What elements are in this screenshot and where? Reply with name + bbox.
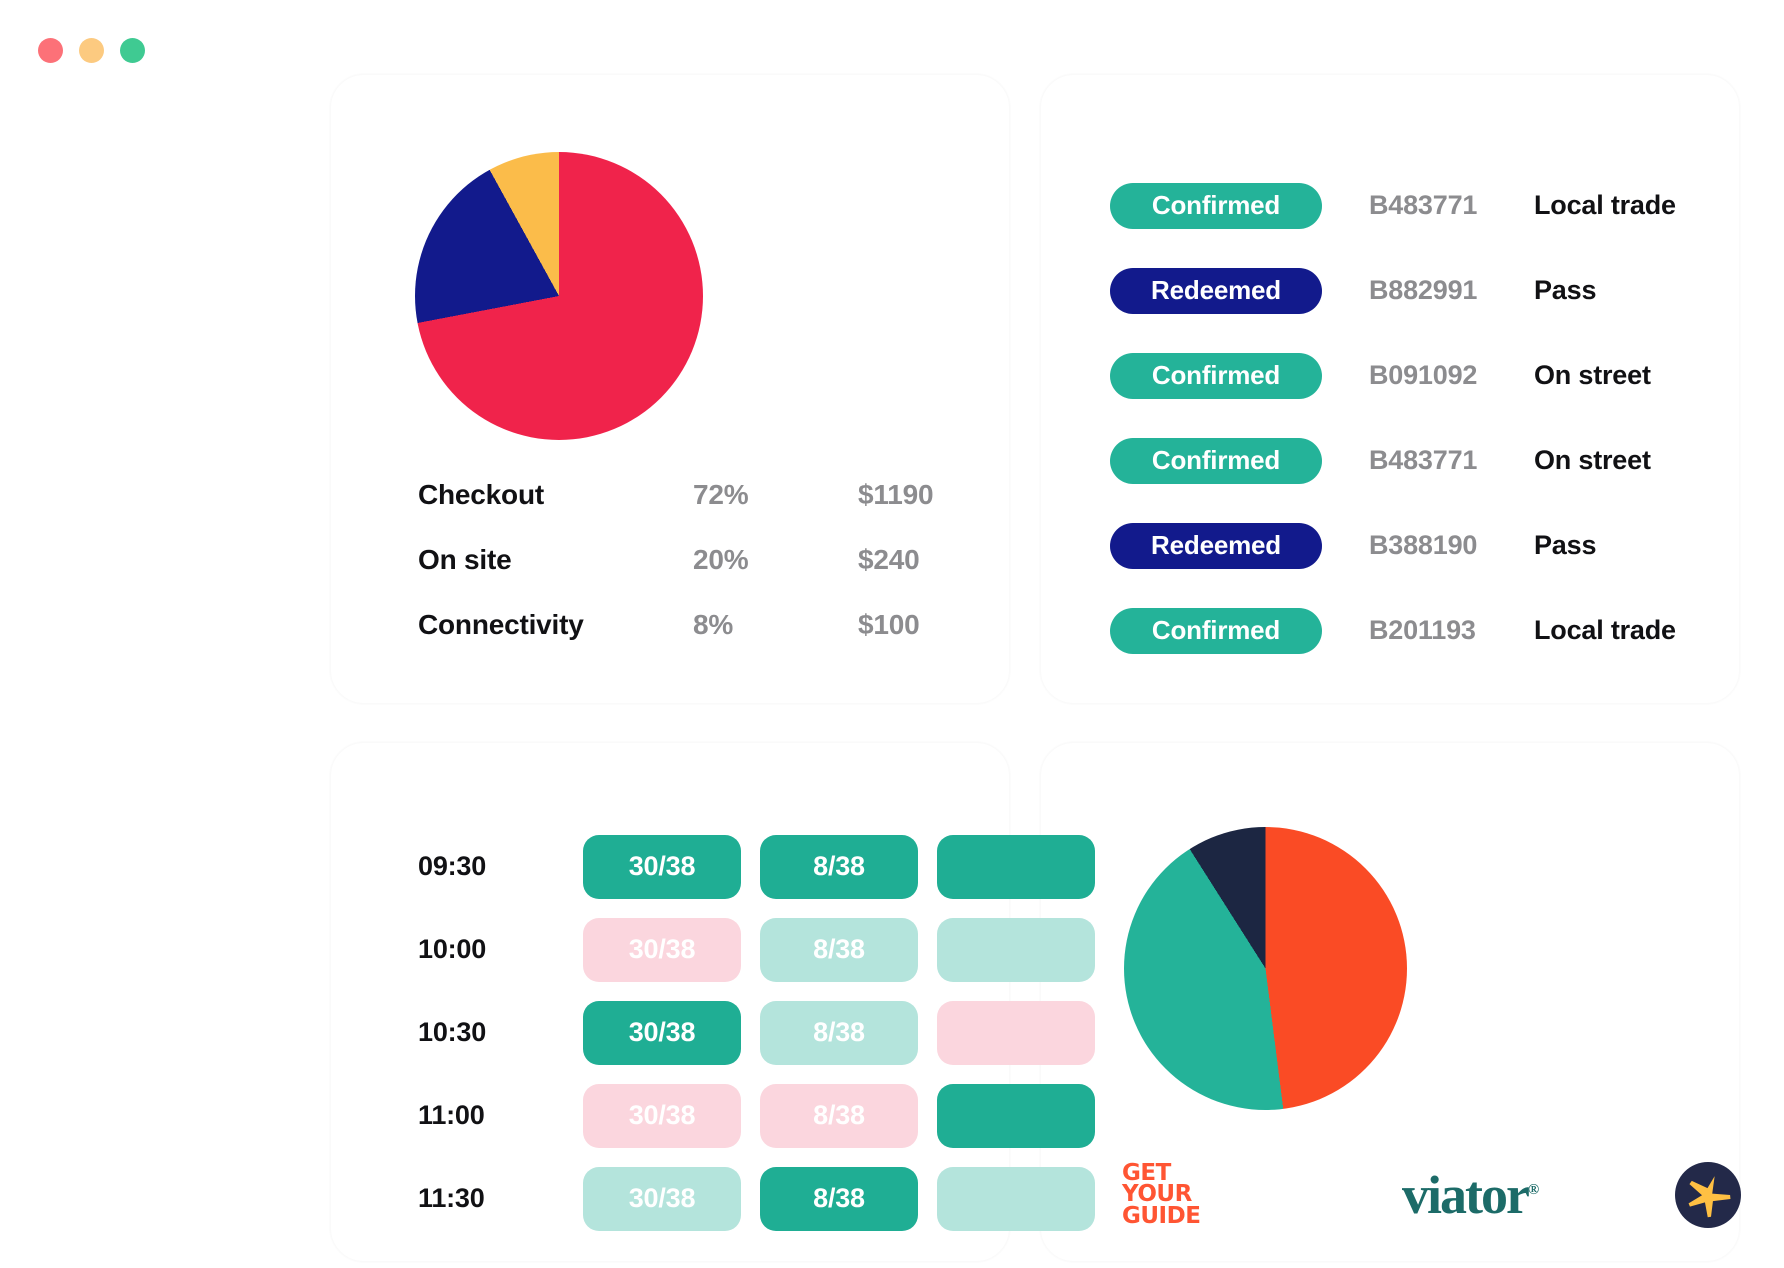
capacity-row: 11:00 30/38 8/38 [418,1074,1114,1157]
viator-logo[interactable]: viator® [1402,1164,1539,1226]
status-badge: Confirmed [1110,437,1322,484]
capacity-slot[interactable]: 8/38 [760,917,918,982]
legend-percent: 8% [693,609,734,640]
booking-row[interactable]: Confirmed B483771 On street [1110,418,1710,503]
slot-time-label: 10:00 [418,934,487,964]
close-window-button[interactable] [38,38,63,63]
booking-row[interactable]: Redeemed B388190 Pass [1110,503,1710,588]
slot-time-label: 09:30 [418,851,487,881]
capacity-slot[interactable] [937,1083,1095,1148]
capacity-row: 10:00 30/38 8/38 [418,908,1114,991]
maximize-window-button[interactable] [120,38,145,63]
slot-time-label: 11:00 [418,1100,485,1130]
viator-registered-mark: ® [1527,1182,1539,1198]
capacity-slot[interactable]: 8/38 [760,834,918,899]
booking-reference: B483771 [1369,445,1478,475]
booking-reference: B388190 [1369,530,1478,560]
capacity-row: 10:30 30/38 8/38 [418,991,1114,1074]
booking-channel: On street [1534,360,1651,390]
capacity-slot[interactable] [937,917,1095,982]
capacity-slot[interactable] [937,834,1095,899]
booking-channel: Local trade [1534,190,1676,220]
slot-time-label: 10:30 [418,1017,487,1047]
booking-reference: B091092 [1369,360,1478,390]
expedia-logo[interactable] [1675,1162,1742,1228]
status-badge: Confirmed [1110,607,1322,654]
legend-label: Connectivity [418,609,584,640]
status-badge: Redeemed [1110,267,1322,314]
booking-channel: Local trade [1534,615,1676,645]
capacity-slot[interactable]: 30/38 [583,917,741,982]
legend-percent: 20% [693,544,749,575]
slot-time-label: 11:30 [418,1183,485,1213]
viator-logo-text: viator [1402,1165,1530,1225]
capacity-slot[interactable]: 30/38 [583,1083,741,1148]
legend-label: On site [418,544,512,575]
getyourguide-logo-line3: GUIDE [1122,1202,1201,1229]
capacity-slot[interactable] [937,1166,1095,1231]
capacity-slot[interactable]: 8/38 [760,1000,918,1065]
booking-row[interactable]: Confirmed B483771 Local trade [1110,163,1710,248]
booking-reference: B882991 [1369,275,1478,305]
capacity-slot[interactable]: 30/38 [583,834,741,899]
capacity-row: 09:30 30/38 8/38 [418,825,1114,908]
status-badge: Confirmed [1110,352,1322,399]
legend-amount: $100 [858,609,920,640]
getyourguide-logo[interactable]: GET YOUR GUIDE [1122,1162,1220,1229]
capacity-slot[interactable]: 8/38 [760,1166,918,1231]
status-badge: Redeemed [1110,522,1322,569]
legend-amount: $240 [858,544,920,575]
legend-row: Connectivity 8% $100 [418,609,978,674]
booking-channel: Pass [1534,275,1597,305]
legend-row: On site 20% $240 [418,544,978,609]
booking-reference: B483771 [1369,190,1478,220]
booking-channel: Pass [1534,530,1597,560]
bookings-list: Confirmed B483771 Local trade Redeemed B8829… [1110,163,1710,673]
capacity-slot[interactable]: 8/38 [760,1083,918,1148]
booking-row[interactable]: Confirmed B091092 On street [1110,333,1710,418]
revenue-pie-chart [415,152,703,440]
legend-percent: 72% [693,479,749,510]
capacity-slot[interactable]: 30/38 [583,1166,741,1231]
legend-amount: $1190 [858,479,934,510]
booking-row[interactable]: Redeemed B882991 Pass [1110,248,1710,333]
capacity-slot[interactable] [937,1000,1095,1065]
status-badge: Confirmed [1110,182,1322,229]
revenue-legend: Checkout 72% $1190 On site 20% $240 Conn… [418,479,978,674]
app-window: Checkout 72% $1190 On site 20% $240 Conn… [0,0,1784,1268]
booking-channel: On street [1534,445,1651,475]
channels-pie-chart [1124,827,1407,1110]
partner-logos: GET YOUR GUIDE viator® [1122,1162,1742,1229]
legend-row: Checkout 72% $1190 [418,479,978,544]
plane-icon [1688,1176,1731,1218]
window-controls [38,38,145,63]
capacity-slot[interactable]: 30/38 [583,1000,741,1065]
capacity-row: 11:30 30/38 8/38 [418,1157,1114,1240]
booking-row[interactable]: Confirmed B201193 Local trade [1110,588,1710,673]
minimize-window-button[interactable] [79,38,104,63]
booking-reference: B201193 [1369,615,1476,645]
capacity-grid: 09:30 30/38 8/38 10:00 30/38 8/38 10:30 30/38 8/… [418,825,1114,1240]
legend-label: Checkout [418,479,544,510]
